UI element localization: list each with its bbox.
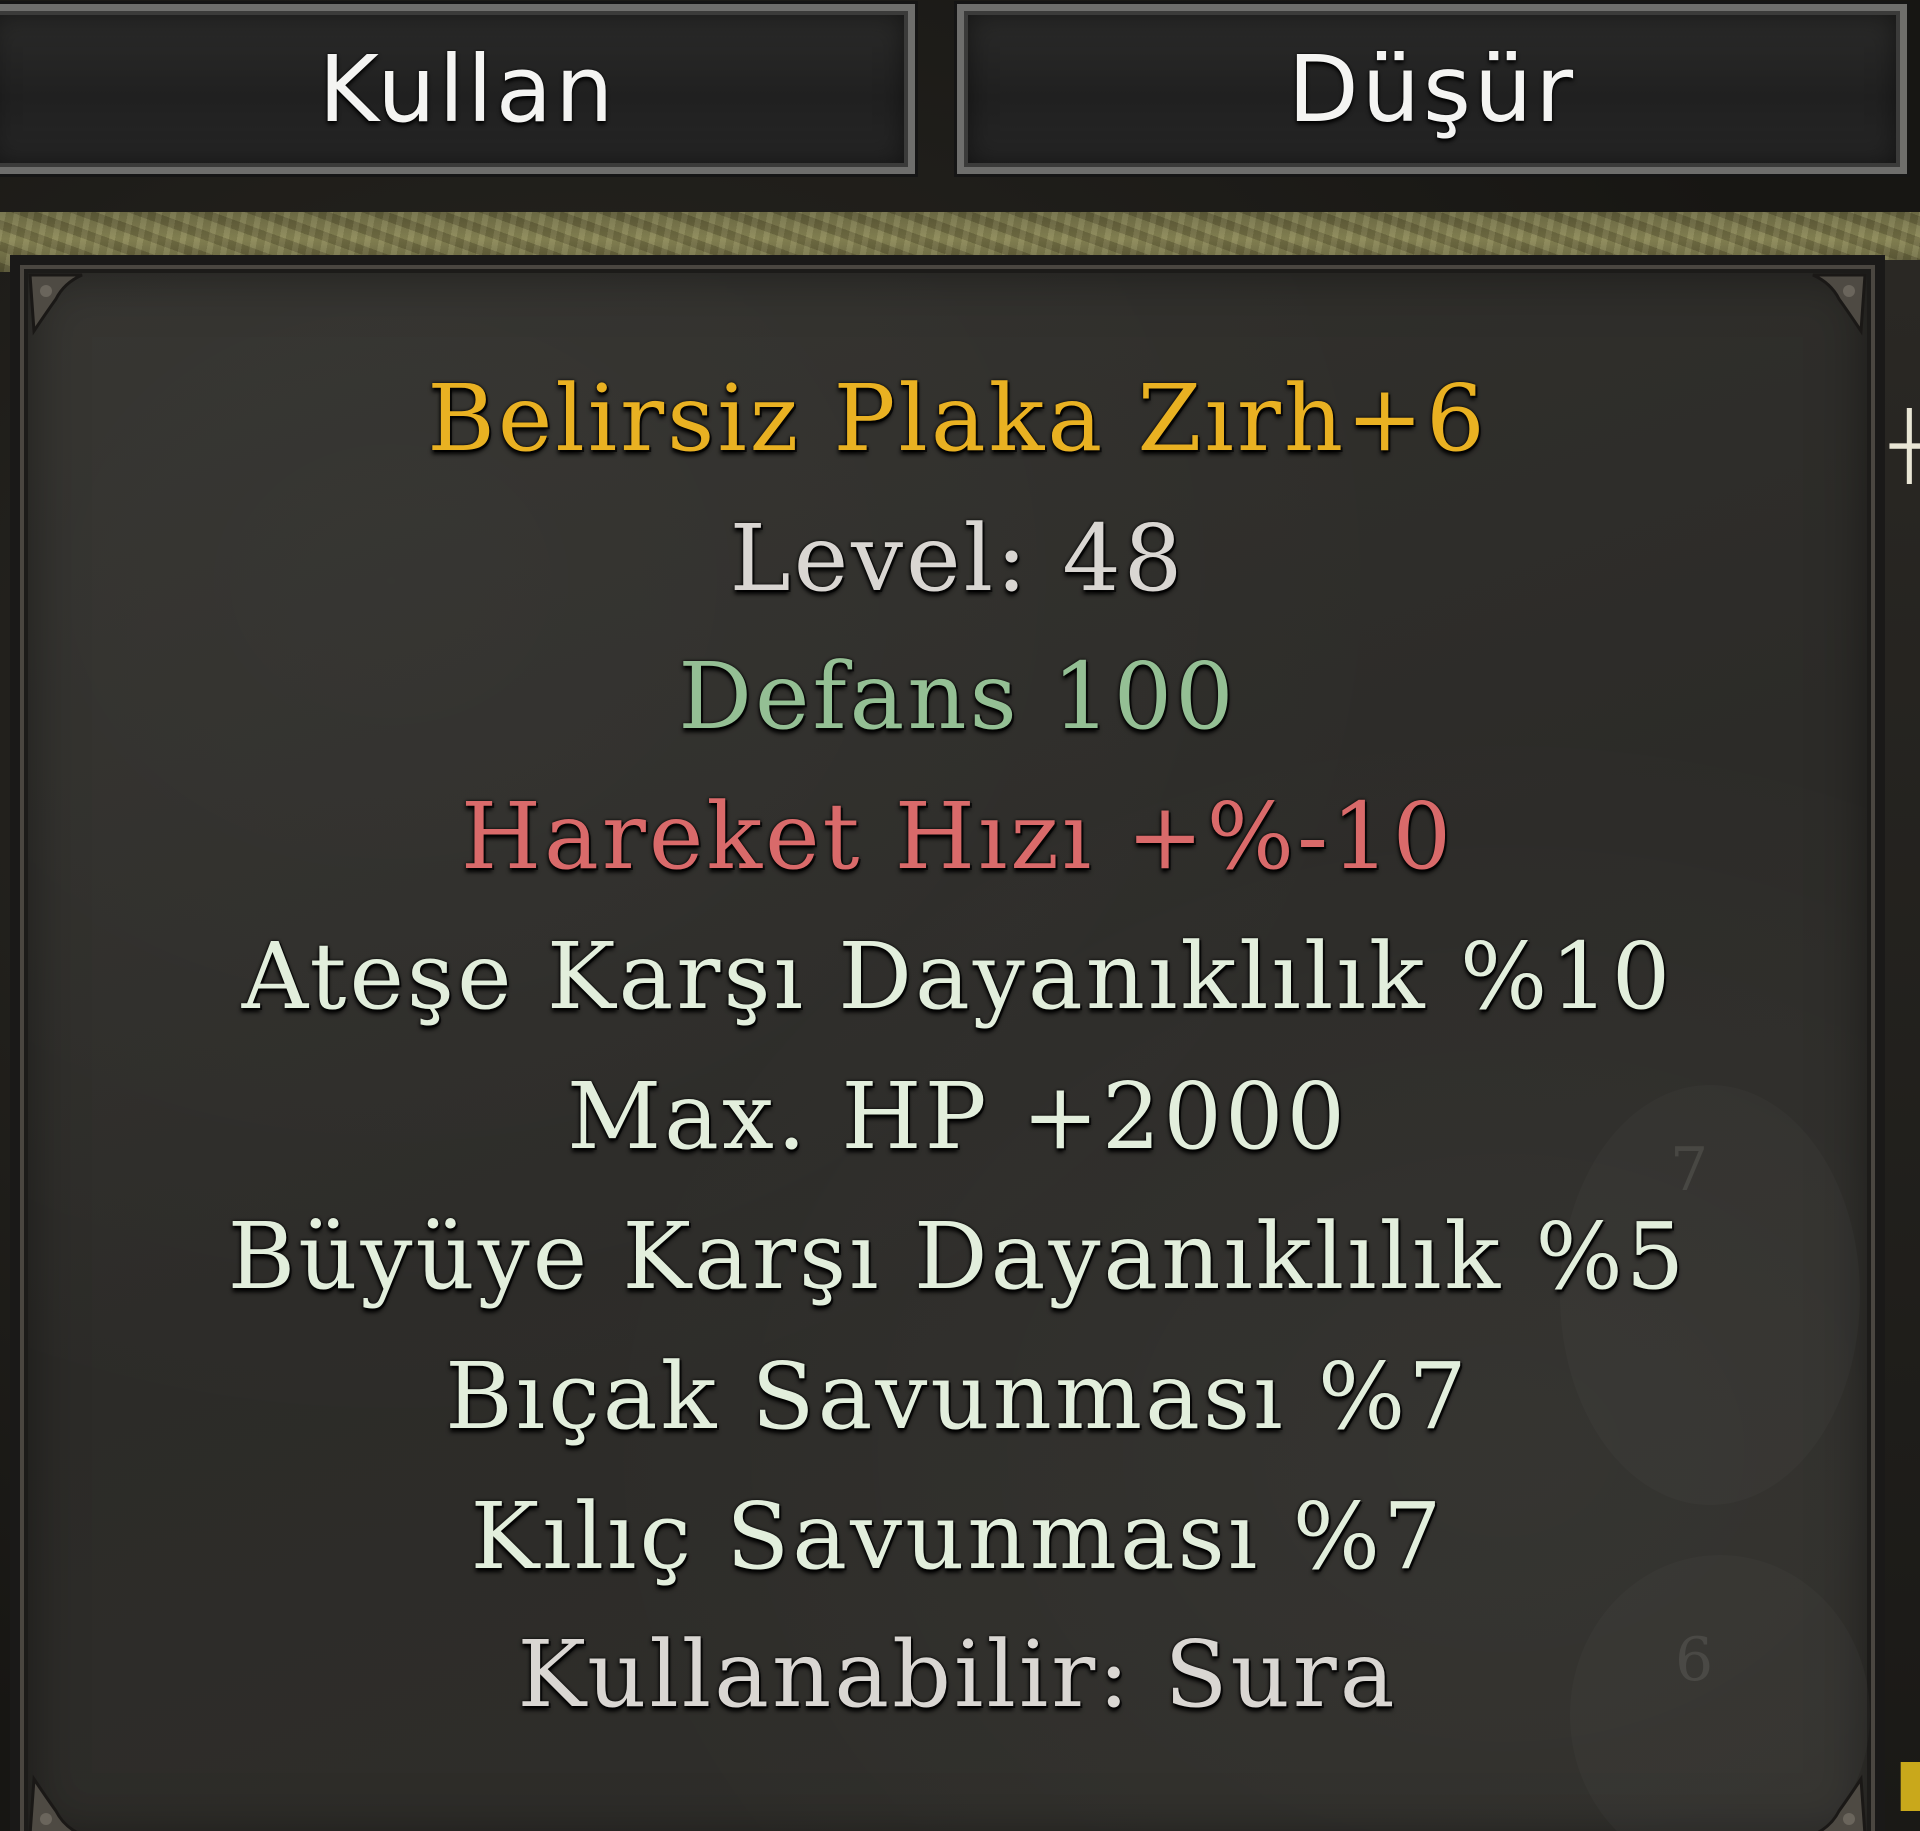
use-button-label: Kullan <box>318 35 617 143</box>
corner-ornament-icon <box>1812 273 1867 336</box>
dagger-defense-bonus: Bıçak Savunması %7 <box>445 1343 1470 1450</box>
use-button[interactable]: Kullan <box>0 1 918 177</box>
corner-ornament-icon <box>28 1774 78 1831</box>
corner-ornament-icon <box>28 273 83 336</box>
usable-by-class: Kullanabilir: Sura <box>517 1621 1398 1728</box>
item-level: Level: 48 <box>729 505 1186 612</box>
movement-speed-stat: Hareket Hızı +%-10 <box>460 783 1455 890</box>
magic-resistance-bonus: Büyüye Karşı Dayanıklılık %5 <box>227 1203 1688 1310</box>
item-tooltip-screen: Kullan Düşür ┼ ■ 7 6 Belir <box>0 0 1920 1831</box>
item-defense: Defans 100 <box>678 643 1237 750</box>
cutoff-icon: ■ <box>1895 1745 1920 1819</box>
fire-resistance-bonus: Ateşe Karşı Dayanıklılık %10 <box>241 923 1674 1030</box>
max-hp-bonus: Max. HP +2000 <box>566 1063 1349 1170</box>
item-name: Belirsiz Plaka Zırh+6 <box>427 365 1488 472</box>
item-tooltip-panel: 7 6 Belirsiz Plaka Zırh+6 Level: 48 Defa… <box>10 255 1885 1831</box>
corner-ornament-icon <box>1817 1774 1867 1831</box>
drop-button-label: Düşür <box>1287 35 1577 143</box>
drop-button[interactable]: Düşür <box>954 1 1910 177</box>
sword-defense-bonus: Kılıç Savunması %7 <box>470 1483 1445 1590</box>
